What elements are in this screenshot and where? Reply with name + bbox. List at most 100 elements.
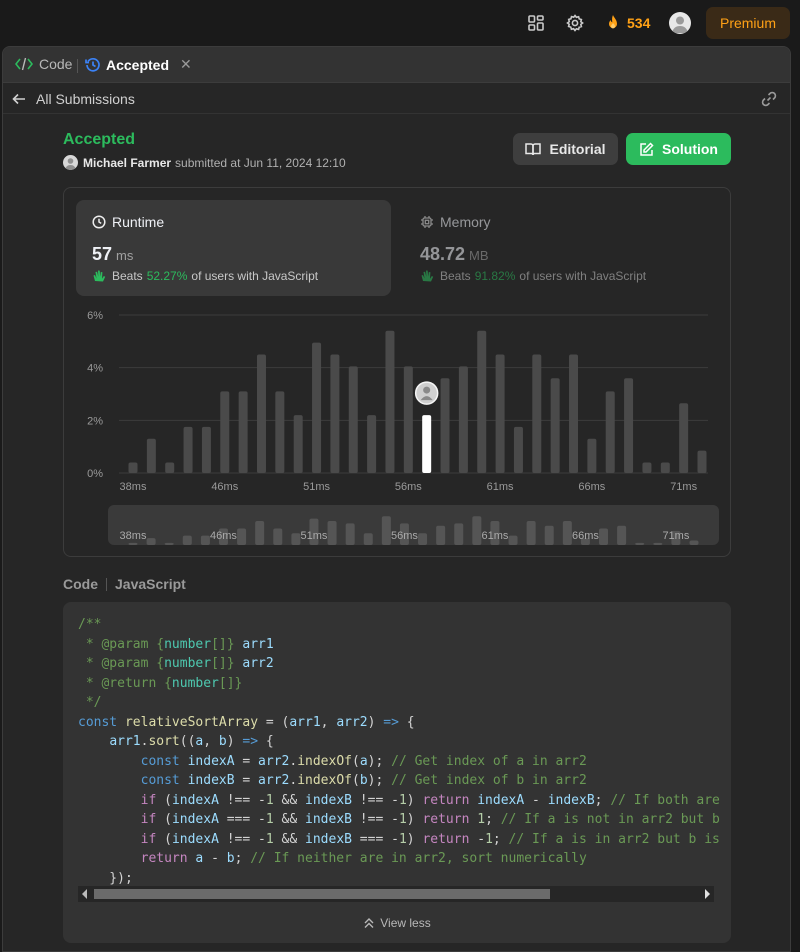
edit-icon bbox=[640, 141, 654, 156]
editorial-label: Editorial bbox=[549, 141, 606, 157]
chart-bar bbox=[587, 438, 597, 473]
tab-accepted-label: Accepted bbox=[106, 56, 170, 73]
view-less-label: View less bbox=[380, 916, 431, 930]
x-tick-label: 56ms bbox=[395, 481, 422, 493]
submission-status: Accepted bbox=[63, 131, 136, 148]
runtime-distribution-chart[interactable]: 0% 2% 4% 6% 38ms 46ms 51ms 56ms 61ms 66ms 71ms bbox=[76, 303, 721, 503]
y-tick-label: 2% bbox=[87, 415, 103, 427]
x-tick-label: 61ms bbox=[487, 481, 514, 493]
mini-bar bbox=[291, 533, 301, 545]
tab-bar: Code Accepted ✕ bbox=[3, 47, 790, 83]
runtime-title-label: Runtime bbox=[112, 214, 165, 230]
code-block[interactable]: /** * @param {number[]} arr1 * @param {n… bbox=[78, 615, 720, 888]
view-less-button[interactable]: View less bbox=[63, 916, 731, 930]
submitter-info: Michael Farmer submitted at Jun 11, 2024… bbox=[63, 155, 346, 170]
premium-button[interactable]: Premium bbox=[706, 7, 790, 39]
chart-bar bbox=[165, 462, 175, 473]
mini-bar bbox=[237, 528, 247, 545]
memory-beats: Beats 91.82% of users with JavaScript bbox=[420, 269, 646, 283]
mini-bar bbox=[182, 535, 192, 545]
chart-bar bbox=[146, 438, 156, 473]
chart-bar bbox=[440, 378, 450, 473]
mini-x-tick-label: 46ms bbox=[210, 530, 237, 542]
horizontal-scrollbar[interactable] bbox=[78, 886, 714, 902]
runtime-beats-suffix: of users with JavaScript bbox=[191, 269, 319, 283]
arrow-left-icon bbox=[12, 93, 25, 105]
submitted-time: submitted at Jun 11, 2024 12:10 bbox=[175, 155, 346, 170]
runtime-box[interactable]: Runtime 57 ms Beats 52.27% of users with … bbox=[76, 200, 391, 296]
solution-label: Solution bbox=[662, 141, 718, 157]
mini-x-tick-label: 38ms bbox=[120, 530, 147, 542]
mini-bar bbox=[544, 525, 554, 545]
chart-bar bbox=[605, 391, 615, 473]
x-tick-label: 71ms bbox=[670, 481, 697, 493]
avatar[interactable] bbox=[669, 12, 691, 34]
tab-code[interactable]: Code bbox=[15, 56, 72, 72]
mini-x-tick-label: 66ms bbox=[572, 530, 599, 542]
back-label: All Submissions bbox=[36, 91, 135, 107]
runtime-value: 57 ms bbox=[92, 244, 133, 265]
chart-bar bbox=[385, 330, 395, 473]
x-tick-label: 46ms bbox=[211, 481, 238, 493]
link-icon[interactable] bbox=[760, 90, 778, 108]
memory-title-label: Memory bbox=[440, 214, 491, 230]
tab-code-label: Code bbox=[39, 56, 73, 72]
editorial-button[interactable]: Editorial bbox=[513, 133, 618, 165]
submitter-name[interactable]: Michael Farmer bbox=[83, 156, 171, 170]
tab-accepted[interactable]: Accepted ✕ bbox=[85, 56, 192, 73]
scroll-right-arrow[interactable] bbox=[705, 889, 710, 899]
runtime-beats: Beats 52.27% of users with JavaScript bbox=[92, 269, 318, 283]
back-to-submissions[interactable]: All Submissions bbox=[12, 91, 135, 107]
chart-bar bbox=[697, 450, 707, 473]
mini-bar bbox=[436, 525, 446, 545]
chart-bar bbox=[550, 378, 560, 473]
tab-divider bbox=[77, 59, 78, 73]
chart-bar bbox=[403, 366, 413, 473]
user-marker-head bbox=[423, 386, 431, 394]
mini-bar bbox=[454, 523, 464, 545]
runtime-beats-pct: 52.27% bbox=[146, 269, 188, 283]
chart-bar bbox=[293, 415, 303, 473]
y-tick-label: 6% bbox=[87, 310, 103, 322]
mini-bar bbox=[164, 542, 174, 545]
chart-bar bbox=[458, 366, 468, 473]
memory-beats-suffix: of users with JavaScript bbox=[519, 269, 647, 283]
mini-bar bbox=[418, 533, 428, 545]
grid-layout-icon[interactable] bbox=[526, 13, 546, 33]
memory-box[interactable]: Memory 48.72 MB Beats 91.82% of users wit… bbox=[404, 200, 719, 296]
chart-range-scrubber[interactable]: 38ms 46ms 51ms 56ms 61ms 66ms 71ms bbox=[108, 505, 719, 545]
avatar[interactable] bbox=[63, 155, 78, 170]
chart-bar bbox=[624, 378, 634, 473]
gear-icon[interactable] bbox=[565, 13, 585, 33]
runtime-number: 57 bbox=[92, 244, 113, 264]
chart-bar bbox=[201, 426, 211, 473]
code-viewer[interactable]: /** * @param {number[]} arr1 * @param {n… bbox=[63, 602, 731, 943]
mini-bar bbox=[653, 542, 663, 545]
mini-bar bbox=[273, 528, 283, 545]
mini-bar bbox=[689, 540, 699, 545]
chart-bar bbox=[477, 330, 487, 473]
solution-button[interactable]: Solution bbox=[626, 133, 731, 165]
y-tick-label: 0% bbox=[87, 468, 103, 480]
memory-beats-pct: 91.82% bbox=[474, 269, 516, 283]
chart-bar bbox=[569, 354, 579, 473]
memory-number: 48.72 bbox=[420, 244, 466, 264]
memory-beats-label: Beats bbox=[440, 269, 471, 283]
x-tick-label: 51ms bbox=[303, 481, 330, 493]
scroll-left-arrow[interactable] bbox=[82, 889, 87, 899]
mini-distribution-chart[interactable]: 38ms 46ms 51ms 56ms 61ms 66ms 71ms bbox=[108, 505, 719, 545]
chart-bar bbox=[367, 415, 377, 473]
mini-bar bbox=[327, 521, 337, 545]
mini-bar bbox=[508, 535, 518, 545]
scrollbar-thumb[interactable] bbox=[94, 889, 550, 899]
mini-bar bbox=[363, 533, 373, 545]
code-icon bbox=[15, 57, 33, 71]
mini-x-tick-label: 51ms bbox=[301, 530, 328, 542]
chart-bar bbox=[128, 462, 138, 473]
streak-count[interactable]: 534 bbox=[627, 15, 650, 31]
mini-bar bbox=[128, 542, 138, 545]
runtime-title: Runtime bbox=[92, 214, 164, 230]
runtime-unit: ms bbox=[116, 248, 134, 263]
chart-bar bbox=[183, 426, 193, 473]
close-icon[interactable]: ✕ bbox=[180, 56, 192, 73]
